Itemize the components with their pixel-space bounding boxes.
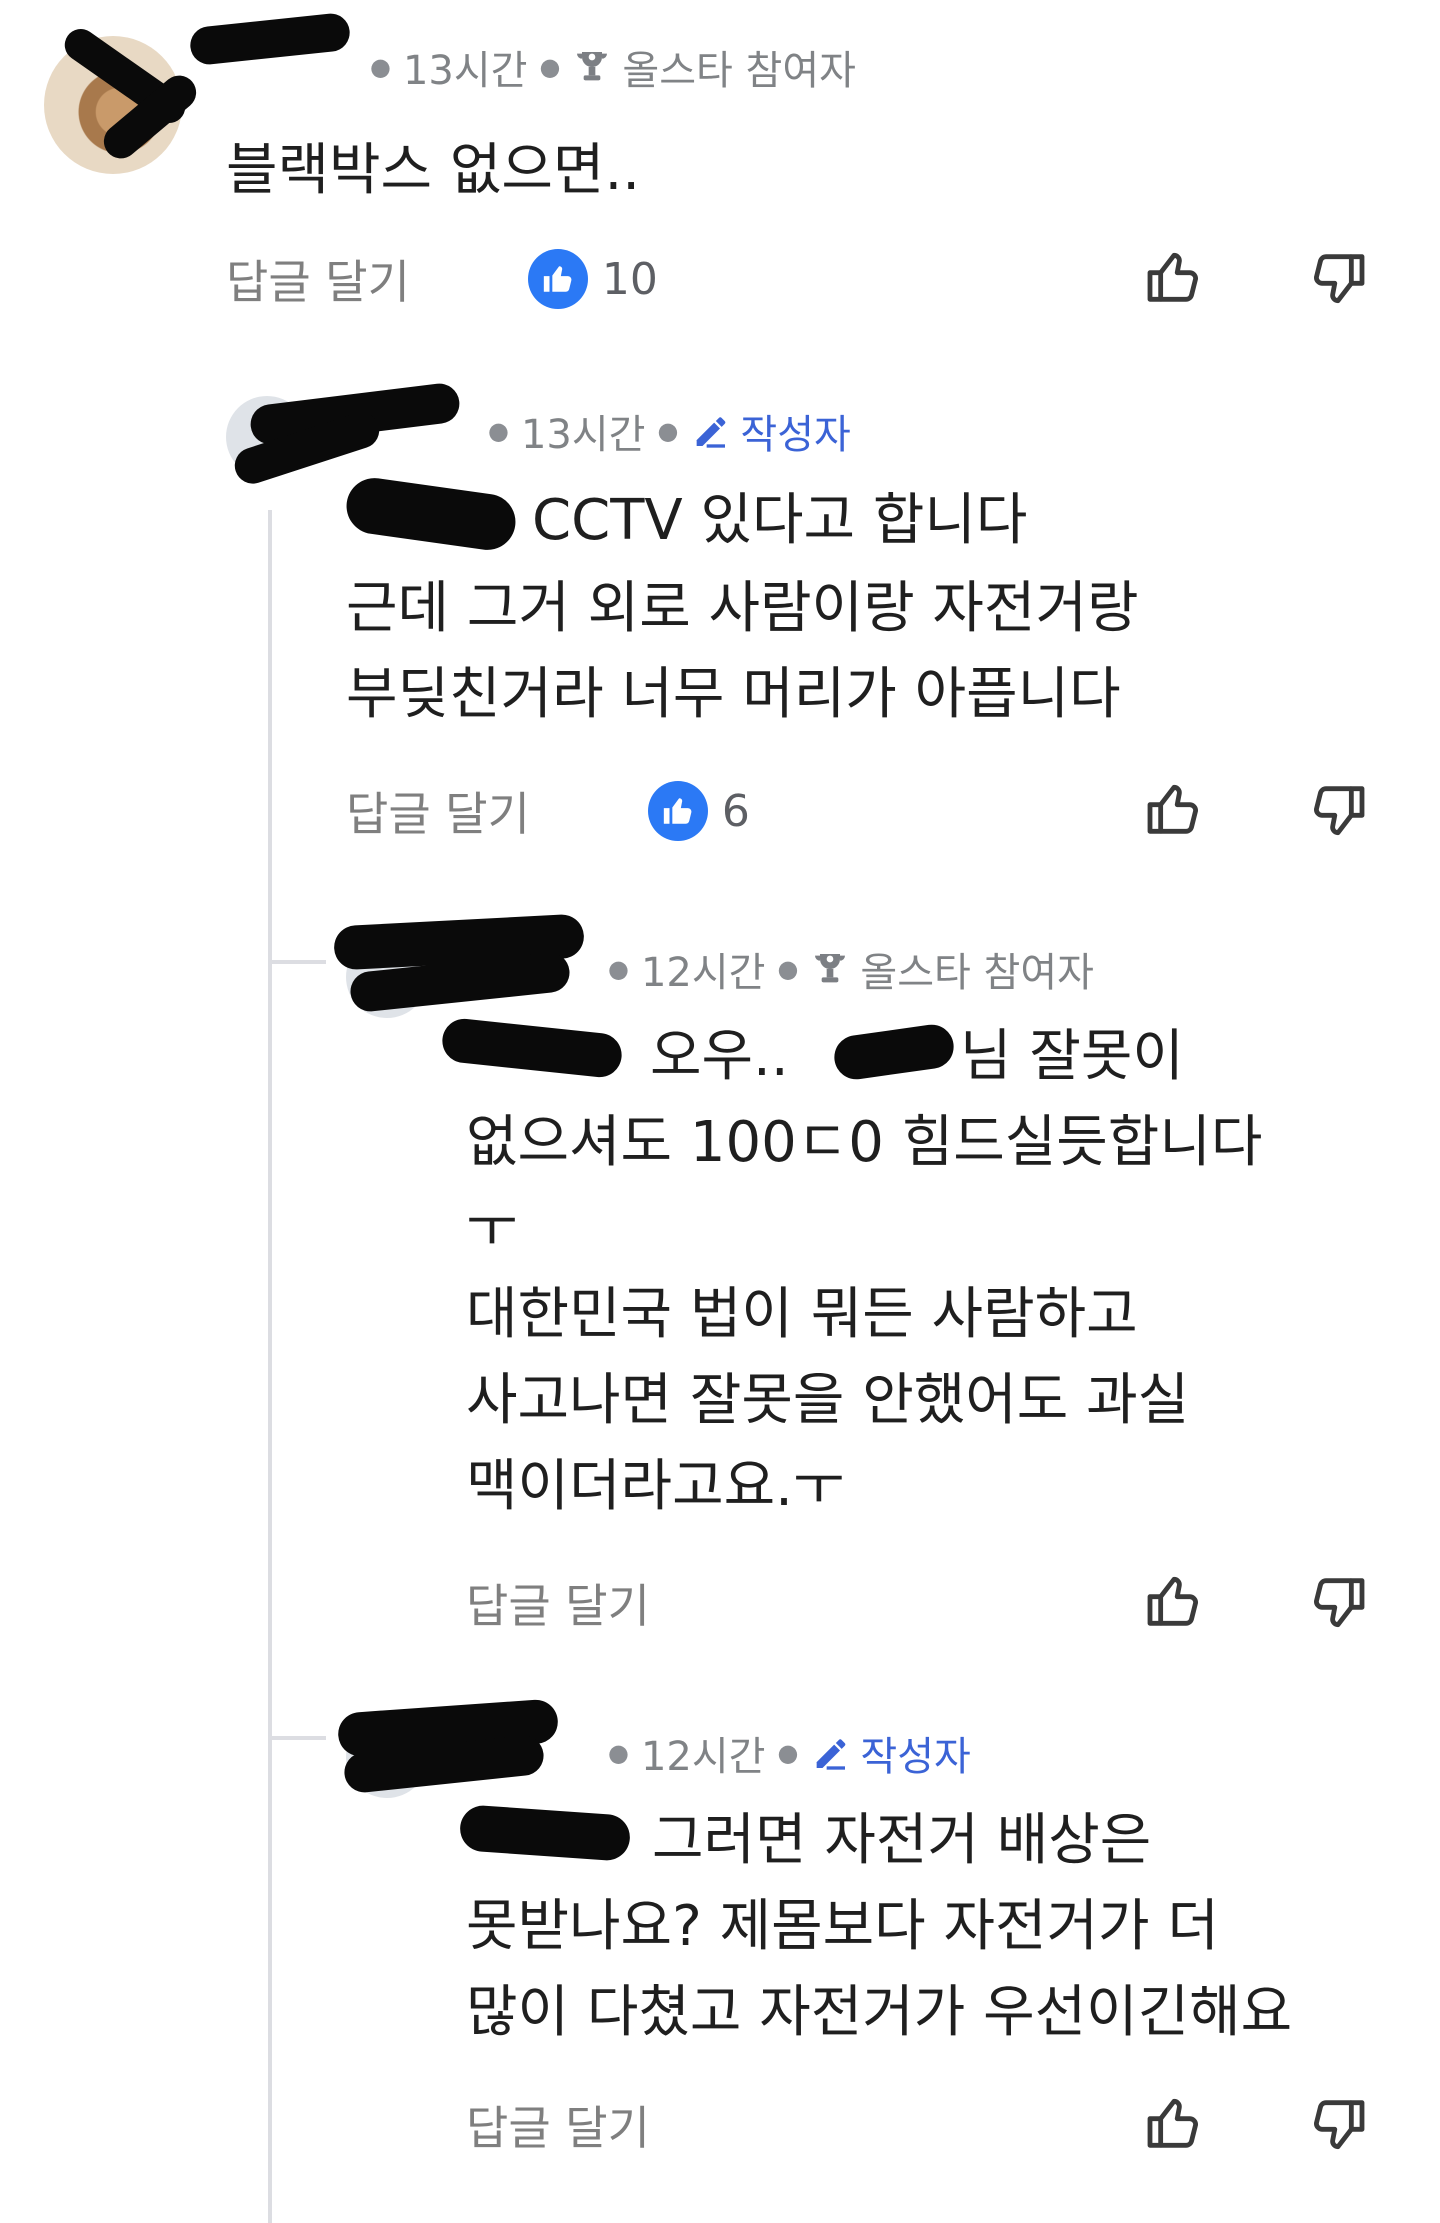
comment-actions: 답글 달기 10 (226, 246, 658, 312)
redacted-mention (342, 474, 520, 554)
separator-dot: ● (608, 955, 629, 983)
separator-dot: ● (777, 1739, 799, 1767)
upvote-button[interactable] (1142, 1570, 1206, 1634)
separator-dot: ● (608, 1739, 629, 1767)
like-count-value: 6 (721, 785, 750, 837)
badge-label: 올스타 참여자 (860, 950, 1094, 996)
comment-actions: 답글 달기 6 (346, 778, 750, 844)
thumbs-up-icon (1147, 784, 1198, 834)
separator-dot: ● (539, 53, 561, 81)
downvote-button[interactable] (1306, 1570, 1370, 1634)
redacted-mention (458, 1804, 632, 1862)
redacted-name (831, 1021, 957, 1083)
comment-meta: ● 13시간 ● 올스타 참여자 (370, 38, 856, 96)
upvote-button[interactable] (1142, 778, 1206, 842)
redacted-mention (440, 1016, 624, 1080)
comment-time: 13시간 (402, 48, 528, 94)
thumbs-down-icon (1314, 786, 1365, 836)
comment-text-first-line: 그러면 자전거 배상은 (652, 1808, 1152, 1873)
like-badge (647, 781, 708, 841)
like-count: 10 (527, 249, 658, 309)
comment-time: 12시간 (640, 1734, 766, 1780)
comment-text-first-line: 오우.. (650, 1024, 789, 1089)
comment-meta: ● 12시간 ● 작성자 (608, 1724, 971, 1782)
downvote-button[interactable] (1306, 2092, 1370, 2156)
comment-text-first-line: CCTV 있다고 합니다￼ (532, 488, 1028, 553)
thumbs-up-icon (1147, 1576, 1198, 1626)
author-badge: 작성자 (690, 402, 851, 460)
comment-text: 없으셔도 100ㄷ0 힘드실듯합니다 ㅜ 대한민국 법이 뭐든 사람하고 사고나… (466, 1110, 1263, 1519)
separator-dot: ● (370, 53, 391, 81)
comment-text: 근데 그거 외로 사람이랑 자전거랑 부딪친거라 너무 머리가 아픕니다 (346, 576, 1139, 727)
separator-dot: ● (777, 955, 799, 983)
pencil-icon (697, 417, 726, 448)
downvote-button[interactable] (1306, 246, 1370, 310)
like-count: 6 (647, 781, 750, 841)
thumbs-up-icon (663, 798, 692, 824)
thumbs-up-icon (543, 266, 572, 292)
badge-label: 올스타 참여자 (622, 48, 856, 94)
comment-time: 12시간 (640, 950, 766, 996)
comment-3: ● 12시간 ● 올스타 참여자 오우.. 님 잘못이 없으셔도 100ㄷ0 힘… (0, 900, 1440, 1650)
separator-dot: ● (657, 417, 679, 445)
badge-label: 작성자 (860, 1734, 971, 1780)
allstar-badge: 올스타 참여자 (572, 38, 856, 96)
comment-meta: ● 13시간 ● 작성자 (488, 402, 851, 460)
comment-actions: 답글 달기 (466, 1570, 650, 1636)
badge-label: 작성자 (740, 412, 851, 458)
thumbs-down-icon (1314, 254, 1365, 304)
like-badge (527, 249, 588, 309)
reply-button[interactable]: 답글 달기 (466, 2092, 650, 2158)
pencil-icon (817, 1739, 846, 1770)
thumbs-up-icon (1147, 2098, 1198, 2148)
author-badge: 작성자 (810, 1724, 971, 1782)
upvote-button[interactable] (1142, 2092, 1206, 2156)
comment-text: 블랙박스 없으면.. (226, 138, 641, 203)
reply-button[interactable]: 답글 달기 (346, 778, 530, 844)
comment-time: 13시간 (520, 412, 646, 458)
allstar-badge: 올스타 참여자 (810, 940, 1094, 998)
comment-4: ● 12시간 ● 작성자 그러면 자전거 배상은 못받나요? 제몸보다 자전거가… (0, 1680, 1440, 2223)
trophy-icon (815, 954, 846, 983)
separator-dot: ● (488, 417, 509, 445)
thumbs-down-icon (1314, 2100, 1365, 2150)
thumbs-up-icon (1147, 252, 1198, 302)
reply-button[interactable]: 답글 달기 (226, 246, 410, 312)
comment-actions: 답글 달기 (466, 2092, 650, 2158)
comment-2: ● 13시간 ● 작성자 CCTV 있다고 합니다￼ 근데 그거 외로 사람이랑… (0, 360, 1440, 880)
trophy-icon (577, 52, 608, 81)
like-count-value: 10 (601, 253, 658, 305)
comment-meta: ● 12시간 ● 올스타 참여자 (608, 940, 1094, 998)
reply-button[interactable]: 답글 달기 (466, 1570, 650, 1636)
comment-text: 못받나요? 제몸보다 자전거가 더 많이 다쳤고 자전거가 우선이긴해요 (466, 1894, 1293, 2045)
comment-text-first-line-suffix: 님 잘못이 (960, 1024, 1184, 1089)
upvote-button[interactable] (1142, 246, 1206, 310)
thumbs-down-icon (1314, 1578, 1365, 1628)
downvote-button[interactable] (1306, 778, 1370, 842)
comment-1: ● 13시간 ● 올스타 참여자 블랙박스 없으면.. 답글 달기 10 (0, 0, 1440, 340)
redacted-username (188, 11, 352, 67)
